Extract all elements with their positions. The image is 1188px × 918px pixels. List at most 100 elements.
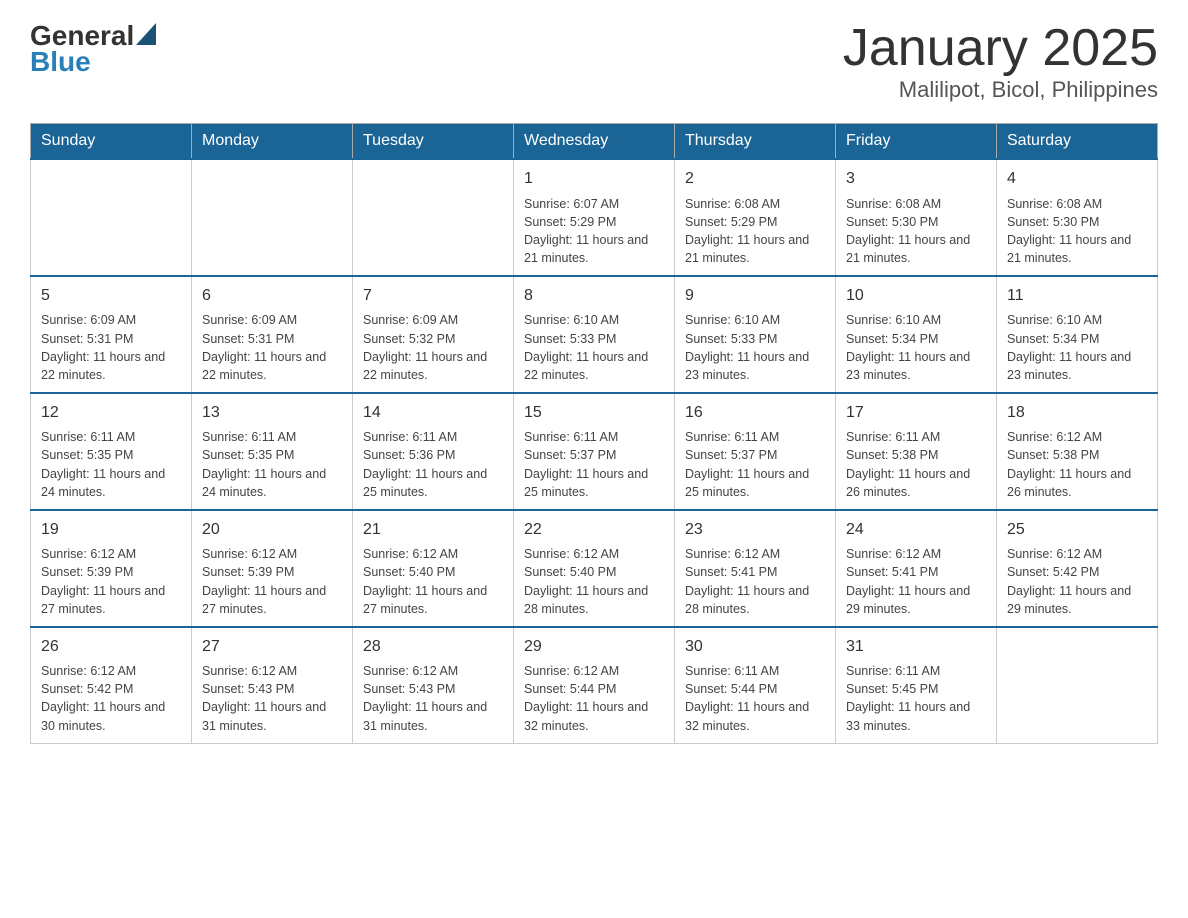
calendar-cell: 30 Sunrise: 6:11 AMSunset: 5:44 PMDayligh… xyxy=(675,627,836,743)
calendar-cell: 26 Sunrise: 6:12 AMSunset: 5:42 PMDayligh… xyxy=(31,627,192,743)
day-number: 23 xyxy=(685,519,825,541)
day-number: 21 xyxy=(363,519,503,541)
day-number: 12 xyxy=(41,402,181,424)
calendar-cell: 16 Sunrise: 6:11 AMSunset: 5:37 PMDayligh… xyxy=(675,393,836,510)
day-number: 6 xyxy=(202,285,342,307)
day-info: Sunrise: 6:12 AMSunset: 5:39 PMDaylight:… xyxy=(41,545,181,618)
day-info: Sunrise: 6:12 AMSunset: 5:41 PMDaylight:… xyxy=(685,545,825,618)
calendar-cell: 25Sunrise: 6:12 AMSunset: 5:42 PMDayligh… xyxy=(997,510,1158,627)
day-info: Sunrise: 6:12 AMSunset: 5:40 PMDaylight:… xyxy=(363,545,503,618)
day-number: 16 xyxy=(685,402,825,424)
day-number: 10 xyxy=(846,285,986,307)
day-number: 30 xyxy=(685,636,825,658)
day-info: Sunrise: 6:10 AMSunset: 5:34 PMDaylight:… xyxy=(1007,311,1147,384)
day-info: Sunrise: 6:08 AMSunset: 5:30 PMDaylight:… xyxy=(1007,195,1147,268)
calendar-header-thursday: Thursday xyxy=(675,124,836,160)
day-info: Sunrise: 6:11 AMSunset: 5:37 PMDaylight:… xyxy=(685,428,825,501)
day-number: 18 xyxy=(1007,402,1147,424)
calendar-cell xyxy=(31,159,192,276)
day-info: Sunrise: 6:12 AMSunset: 5:43 PMDaylight:… xyxy=(202,662,342,735)
calendar-week-row: 12 Sunrise: 6:11 AMSunset: 5:35 PMDayligh… xyxy=(31,393,1158,510)
calendar-cell: 12 Sunrise: 6:11 AMSunset: 5:35 PMDayligh… xyxy=(31,393,192,510)
calendar-cell: 10Sunrise: 6:10 AMSunset: 5:34 PMDayligh… xyxy=(836,276,997,393)
calendar-cell: 28Sunrise: 6:12 AMSunset: 5:43 PMDayligh… xyxy=(353,627,514,743)
day-info: Sunrise: 6:10 AMSunset: 5:33 PMDaylight:… xyxy=(524,311,664,384)
day-number: 29 xyxy=(524,636,664,658)
day-info: Sunrise: 6:08 AMSunset: 5:30 PMDaylight:… xyxy=(846,195,986,268)
calendar-cell: 13 Sunrise: 6:11 AMSunset: 5:35 PMDayligh… xyxy=(192,393,353,510)
day-info: Sunrise: 6:11 AMSunset: 5:36 PMDaylight:… xyxy=(363,428,503,501)
calendar-header-friday: Friday xyxy=(836,124,997,160)
day-info: Sunrise: 6:08 AMSunset: 5:29 PMDaylight:… xyxy=(685,195,825,268)
day-number: 17 xyxy=(846,402,986,424)
day-number: 26 xyxy=(41,636,181,658)
day-info: Sunrise: 6:11 AMSunset: 5:44 PMDaylight:… xyxy=(685,662,825,735)
day-number: 31 xyxy=(846,636,986,658)
calendar-week-row: 26 Sunrise: 6:12 AMSunset: 5:42 PMDayligh… xyxy=(31,627,1158,743)
day-number: 3 xyxy=(846,168,986,190)
calendar-cell: 9 Sunrise: 6:10 AMSunset: 5:33 PMDaylight… xyxy=(675,276,836,393)
day-number: 25 xyxy=(1007,519,1147,541)
calendar-cell: 21 Sunrise: 6:12 AMSunset: 5:40 PMDayligh… xyxy=(353,510,514,627)
day-info: Sunrise: 6:12 AMSunset: 5:44 PMDaylight:… xyxy=(524,662,664,735)
calendar-cell: 3 Sunrise: 6:08 AMSunset: 5:30 PMDaylight… xyxy=(836,159,997,276)
day-info: Sunrise: 6:12 AMSunset: 5:43 PMDaylight:… xyxy=(363,662,503,735)
calendar-cell: 7 Sunrise: 6:09 AMSunset: 5:32 PMDaylight… xyxy=(353,276,514,393)
day-number: 13 xyxy=(202,402,342,424)
calendar-cell xyxy=(353,159,514,276)
day-info: Sunrise: 6:11 AMSunset: 5:35 PMDaylight:… xyxy=(41,428,181,501)
calendar-table: SundayMondayTuesdayWednesdayThursdayFrid… xyxy=(30,123,1158,743)
day-info: Sunrise: 6:09 AMSunset: 5:31 PMDaylight:… xyxy=(202,311,342,384)
day-info: Sunrise: 6:07 AMSunset: 5:29 PMDaylight:… xyxy=(524,195,664,268)
logo-triangle-icon xyxy=(136,23,156,45)
calendar-header-sunday: Sunday xyxy=(31,124,192,160)
calendar-cell: 22Sunrise: 6:12 AMSunset: 5:40 PMDayligh… xyxy=(514,510,675,627)
day-number: 19 xyxy=(41,519,181,541)
calendar-cell: 24 Sunrise: 6:12 AMSunset: 5:41 PMDayligh… xyxy=(836,510,997,627)
calendar-cell: 14Sunrise: 6:11 AMSunset: 5:36 PMDayligh… xyxy=(353,393,514,510)
day-info: Sunrise: 6:10 AMSunset: 5:33 PMDaylight:… xyxy=(685,311,825,384)
calendar-header-row: SundayMondayTuesdayWednesdayThursdayFrid… xyxy=(31,124,1158,160)
calendar-cell: 11 Sunrise: 6:10 AMSunset: 5:34 PMDayligh… xyxy=(997,276,1158,393)
calendar-cell: 1 Sunrise: 6:07 AMSunset: 5:29 PMDaylight… xyxy=(514,159,675,276)
calendar-cell: 29 Sunrise: 6:12 AMSunset: 5:44 PMDayligh… xyxy=(514,627,675,743)
calendar-cell: 20Sunrise: 6:12 AMSunset: 5:39 PMDayligh… xyxy=(192,510,353,627)
day-number: 22 xyxy=(524,519,664,541)
calendar-week-row: 1 Sunrise: 6:07 AMSunset: 5:29 PMDaylight… xyxy=(31,159,1158,276)
day-number: 5 xyxy=(41,285,181,307)
day-number: 24 xyxy=(846,519,986,541)
calendar-cell: 17 Sunrise: 6:11 AMSunset: 5:38 PMDayligh… xyxy=(836,393,997,510)
day-number: 27 xyxy=(202,636,342,658)
calendar-cell: 5Sunrise: 6:09 AMSunset: 5:31 PMDaylight… xyxy=(31,276,192,393)
logo-text-blue: Blue xyxy=(30,46,91,78)
calendar-cell: 19 Sunrise: 6:12 AMSunset: 5:39 PMDayligh… xyxy=(31,510,192,627)
header: General Blue January 2025 Malilipot, Bic… xyxy=(30,20,1158,103)
calendar-cell xyxy=(192,159,353,276)
calendar-cell: 18 Sunrise: 6:12 AMSunset: 5:38 PMDayligh… xyxy=(997,393,1158,510)
calendar-cell: 4 Sunrise: 6:08 AMSunset: 5:30 PMDaylight… xyxy=(997,159,1158,276)
day-number: 2 xyxy=(685,168,825,190)
day-number: 20 xyxy=(202,519,342,541)
logo: General Blue xyxy=(30,20,156,78)
day-info: Sunrise: 6:11 AMSunset: 5:35 PMDaylight:… xyxy=(202,428,342,501)
calendar-week-row: 19 Sunrise: 6:12 AMSunset: 5:39 PMDayligh… xyxy=(31,510,1158,627)
calendar-cell: 2 Sunrise: 6:08 AMSunset: 5:29 PMDaylight… xyxy=(675,159,836,276)
calendar-title: January 2025 xyxy=(843,20,1158,77)
day-info: Sunrise: 6:09 AMSunset: 5:32 PMDaylight:… xyxy=(363,311,503,384)
day-info: Sunrise: 6:12 AMSunset: 5:38 PMDaylight:… xyxy=(1007,428,1147,501)
day-number: 1 xyxy=(524,168,664,190)
day-info: Sunrise: 6:12 AMSunset: 5:42 PMDaylight:… xyxy=(41,662,181,735)
day-info: Sunrise: 6:11 AMSunset: 5:38 PMDaylight:… xyxy=(846,428,986,501)
day-info: Sunrise: 6:11 AMSunset: 5:45 PMDaylight:… xyxy=(846,662,986,735)
day-number: 11 xyxy=(1007,285,1147,307)
day-number: 7 xyxy=(363,285,503,307)
calendar-subtitle: Malilipot, Bicol, Philippines xyxy=(843,77,1158,103)
calendar-cell: 27 Sunrise: 6:12 AMSunset: 5:43 PMDayligh… xyxy=(192,627,353,743)
calendar-cell: 8Sunrise: 6:10 AMSunset: 5:33 PMDaylight… xyxy=(514,276,675,393)
day-info: Sunrise: 6:11 AMSunset: 5:37 PMDaylight:… xyxy=(524,428,664,501)
day-number: 4 xyxy=(1007,168,1147,190)
day-number: 9 xyxy=(685,285,825,307)
calendar-header-saturday: Saturday xyxy=(997,124,1158,160)
day-info: Sunrise: 6:12 AMSunset: 5:41 PMDaylight:… xyxy=(846,545,986,618)
calendar-cell: 15Sunrise: 6:11 AMSunset: 5:37 PMDayligh… xyxy=(514,393,675,510)
